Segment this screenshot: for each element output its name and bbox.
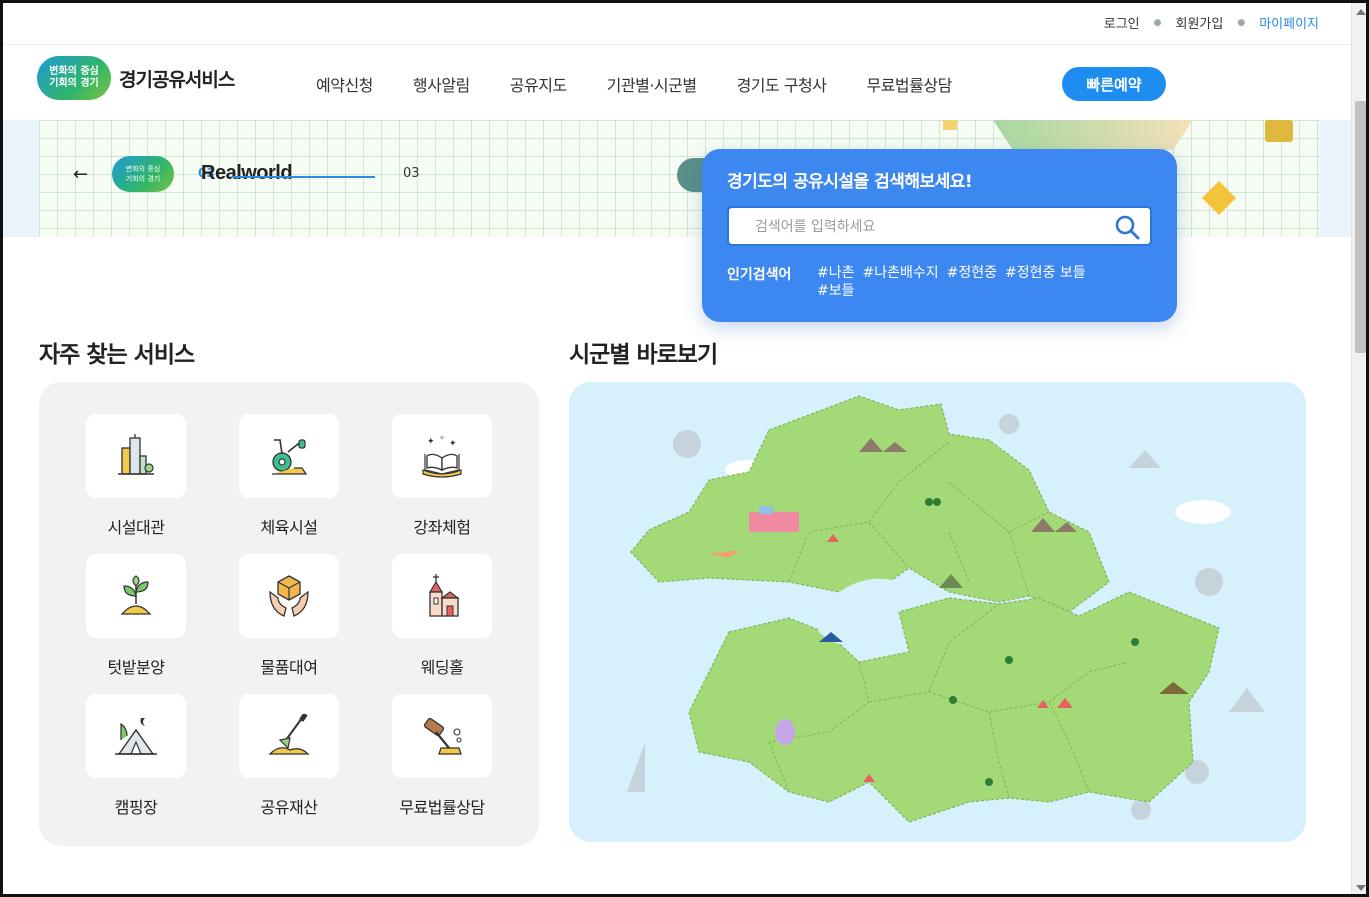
- service-label: 텃밭분양: [107, 658, 165, 677]
- logo-badge-line1: 변화의 중심: [49, 66, 99, 77]
- service-campsite[interactable]: 캠핑장: [86, 694, 186, 824]
- service-label: 체육시설: [260, 518, 318, 537]
- site-logo[interactable]: 변화의 중심 기회의 경기 경기공유서비스: [37, 56, 235, 100]
- map-section-title: 시군별 바로보기: [569, 342, 718, 368]
- service-label: 캠핑장: [114, 798, 158, 817]
- utility-bar: 로그인 ● 회원가입 ● 마이페이지: [3, 3, 1351, 45]
- box-hands-icon: [239, 554, 339, 638]
- main-nav: 예약신청 행사알림 공유지도 기관별·시군별 경기도 구청사 무료법률상담: [316, 72, 992, 96]
- city-buildings-icon: [749, 512, 799, 532]
- service-lectures[interactable]: ✦ ✧ ✦ 강좌체험: [392, 414, 492, 544]
- nav-item-legal-counsel[interactable]: 무료법률상담: [866, 72, 952, 96]
- facility-search-card: 경기도의 공유시설을 검색해보세요! 인기검색어 #나촌 #나촌배수지 #정현중…: [702, 149, 1177, 322]
- popular-tag[interactable]: #나촌배수지: [863, 264, 939, 282]
- service-wedding-hall[interactable]: 웨딩홀: [392, 554, 492, 684]
- nav-item-reservation[interactable]: 예약신청: [316, 72, 373, 96]
- banner-progress-bar: [231, 176, 375, 178]
- quick-reservation-button[interactable]: 빠른예약: [1062, 67, 1166, 101]
- service-label: 강좌체험: [413, 518, 471, 537]
- popular-tag[interactable]: #정현중 보들: [1005, 264, 1086, 282]
- hot-air-balloon-icon: [775, 719, 795, 745]
- banner-brand: Realworld: [201, 162, 293, 184]
- browser-frame: 로그인 ● 회원가입 ● 마이페이지 변화의 중심 기회의 경기 경기공유서비스…: [0, 0, 1369, 897]
- popular-searches: 인기검색어 #나촌 #나촌배수지 #정현중 #정현중 보들 #보들: [727, 264, 1127, 300]
- camping-tent-icon: [86, 694, 186, 778]
- logo-badge-line2: 기회의 경기: [49, 78, 99, 89]
- service-label: 시설대관: [107, 518, 165, 537]
- svg-text:✧: ✧: [439, 434, 445, 442]
- nav-item-share-map[interactable]: 공유지도: [510, 72, 567, 96]
- search-icon[interactable]: [1114, 214, 1140, 240]
- sprout-icon: [86, 554, 186, 638]
- scroll-up-arrow-icon[interactable]: [1356, 9, 1366, 15]
- chapel-icon: [392, 554, 492, 638]
- service-garden-plot[interactable]: 텃밭분양: [86, 554, 186, 684]
- nav-item-by-agency[interactable]: 기관별·시군별: [607, 72, 697, 96]
- gyeonggi-map: [627, 395, 1265, 823]
- service-sports-facility[interactable]: 체육시설: [239, 414, 339, 544]
- frequent-services-panel: 시설대관 체육시설 ✦ ✧ ✦ 강좌체험 텃밭분양 물품대여 웨딩홀 캠핑장 공…: [39, 382, 539, 846]
- service-label: 물품대여: [260, 658, 318, 677]
- signup-link[interactable]: 회원가입: [1175, 13, 1223, 32]
- nav-item-old-office[interactable]: 경기도 구청사: [737, 72, 827, 96]
- service-legal-counsel[interactable]: 무료법률상담: [392, 694, 492, 824]
- logo-badge: 변화의 중심 기회의 경기: [37, 56, 111, 100]
- banner-logo: 변화의 중심 기회의 경기: [112, 156, 174, 192]
- popular-tag[interactable]: #보들: [817, 282, 855, 300]
- mypage-link[interactable]: 마이페이지: [1259, 13, 1319, 32]
- service-goods-rental[interactable]: 물품대여: [239, 554, 339, 684]
- site-header: 변화의 중심 기회의 경기 경기공유서비스 예약신청 행사알림 공유지도 기관별…: [3, 46, 1351, 120]
- banner-prev-arrow-icon[interactable]: ←: [73, 164, 88, 185]
- popular-tag-list: #나촌 #나촌배수지 #정현중 #정현중 보들 #보들: [817, 264, 1127, 300]
- page-scrollbar[interactable]: [1351, 3, 1366, 894]
- svg-text:✦: ✦: [449, 439, 457, 449]
- dot-separator: ●: [1237, 17, 1246, 28]
- scroll-down-arrow-icon[interactable]: [1356, 885, 1366, 891]
- banner-chest-icon: [1265, 120, 1293, 142]
- banner-logo-line1: 변화의 중심: [125, 165, 161, 173]
- service-facility-rental[interactable]: 시설대관: [86, 414, 186, 544]
- logo-title: 경기공유서비스: [119, 68, 235, 91]
- banner-total-pages: 03: [403, 166, 420, 181]
- shovel-icon: [239, 694, 339, 778]
- service-public-property[interactable]: 공유재산: [239, 694, 339, 824]
- popular-label: 인기검색어: [727, 267, 792, 283]
- open-book-icon: ✦ ✧ ✦: [392, 414, 492, 498]
- exercise-bike-icon: [239, 414, 339, 498]
- popular-tag[interactable]: #정현중: [947, 264, 997, 282]
- services-section-title: 자주 찾는 서비스: [39, 342, 195, 368]
- search-title: 경기도의 공유시설을 검색해보세요!: [727, 172, 973, 192]
- service-label: 무료법률상담: [399, 798, 485, 817]
- map-region-south[interactable]: [688, 591, 1220, 823]
- search-box: [727, 206, 1152, 246]
- banner-sparkle-icon: [943, 120, 957, 130]
- scroll-thumb[interactable]: [1355, 101, 1366, 353]
- svg-text:✦: ✦: [427, 437, 435, 447]
- utility-links: 로그인 ● 회원가입 ● 마이페이지: [1104, 13, 1319, 32]
- nav-item-events[interactable]: 행사알림: [413, 72, 470, 96]
- city-county-map-panel: [569, 382, 1306, 842]
- search-input[interactable]: [755, 215, 1095, 239]
- gavel-icon: [392, 694, 492, 778]
- login-link[interactable]: 로그인: [1104, 13, 1140, 32]
- dot-separator: ●: [1153, 17, 1162, 28]
- building-icon: [86, 414, 186, 498]
- service-label: 공유재산: [260, 798, 318, 817]
- popular-tag[interactable]: #나촌: [817, 264, 855, 282]
- banner-logo-line2: 기회의 경기: [125, 175, 161, 183]
- banner-illustration: [993, 120, 1193, 150]
- service-label: 웨딩홀: [420, 658, 464, 677]
